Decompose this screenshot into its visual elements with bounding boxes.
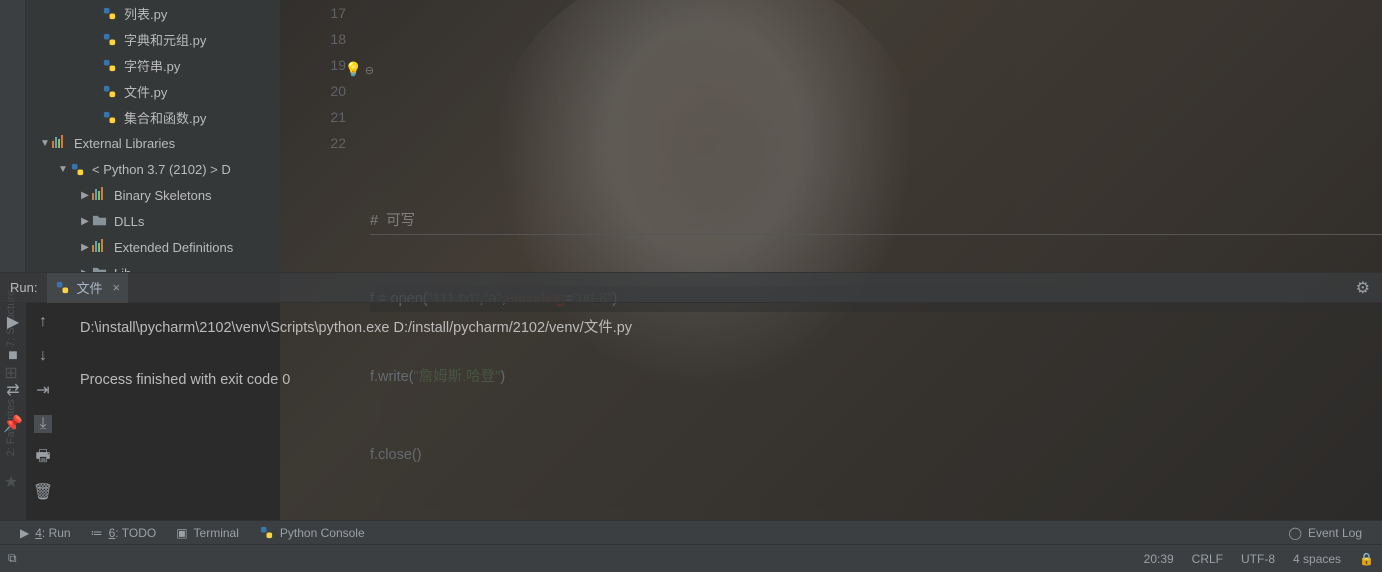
folder-icon (92, 265, 108, 272)
lib-label: DLLs (114, 214, 144, 229)
chevron-right-icon: ▶ (78, 242, 92, 253)
file-item[interactable]: 集合和函数.py (26, 104, 280, 130)
wrap-button[interactable]: ⇥ (34, 381, 52, 399)
editor-divider (370, 234, 1382, 235)
libraries-icon (52, 135, 68, 151)
layout-button[interactable]: ⇄ (4, 381, 22, 399)
line-number: 17 (280, 0, 346, 26)
python-file-icon (102, 83, 118, 99)
status-indent[interactable]: 4 spaces (1293, 552, 1341, 566)
status-lock-icon[interactable]: 🔒 (1359, 552, 1374, 566)
run-tab[interactable]: 文件 × (47, 273, 128, 303)
python-file-icon (55, 280, 70, 295)
file-label: 集合和函数.py (124, 108, 206, 127)
run-header: Run: 文件 × ⚙ (0, 273, 1382, 303)
python-icon (70, 161, 86, 177)
folder-icon (92, 213, 108, 229)
python-sdk[interactable]: ▼ < Python 3.7 (2102) > D (26, 156, 280, 182)
bottom-tool-bar: ▶4: Run ≔6: TODO ▣Terminal Python Consol… (0, 520, 1382, 544)
python-label: < Python 3.7 (2102) > D (92, 162, 231, 177)
file-item[interactable]: 文件.py (26, 78, 280, 104)
lib-item[interactable]: ▶ Binary Skeletons (26, 182, 280, 208)
gear-icon[interactable]: ⚙ (1344, 278, 1382, 298)
close-icon[interactable]: × (112, 280, 120, 295)
chevron-right-icon: ▶ (78, 190, 92, 201)
file-item[interactable]: 字典和元组.py (26, 26, 280, 52)
pin-button[interactable]: 📌 (4, 415, 22, 433)
file-item[interactable]: 列表.py (26, 0, 280, 26)
lib-label: Binary Skeletons (114, 188, 212, 203)
delete-button[interactable]: 🗑 (34, 483, 52, 501)
lib-label: Extended Definitions (114, 240, 233, 255)
chevron-down-icon: ▼ (38, 138, 52, 149)
code-area[interactable]: # 可写 f = open("111.txt","a",encoding="ut… (370, 0, 1382, 272)
lib-item[interactable]: ▶ Extended Definitions (26, 234, 280, 260)
run-tool-button[interactable]: ▶4: Run (10, 526, 81, 540)
python-file-icon (102, 57, 118, 73)
console-line: Process finished with exit code 0 (80, 367, 1362, 393)
scroll-button[interactable]: ⤓ (34, 415, 52, 433)
line-number: 19💡 (280, 52, 346, 78)
file-item[interactable]: 字符串.py (26, 52, 280, 78)
run-toolbar-left: ▶ ■ ⇄ 📌 (0, 303, 26, 520)
project-tree[interactable]: 列表.py 字典和元组.py 字符串.py 文件.py 集合和函数.py ▼ Ex… (26, 0, 280, 272)
run-panel: Run: 文件 × ⚙ ▶ ■ ⇄ 📌 ↑ ↓ ⇥ ⤓ 🖶 🗑 D:\insta… (0, 272, 1382, 520)
lib-item[interactable]: ▶ DLLs (26, 208, 280, 234)
rerun-button[interactable]: ▶ (4, 313, 22, 331)
console-line: D:\install\pycharm\2102\venv\Scripts\pyt… (80, 315, 1362, 341)
line-number: 20 (280, 78, 346, 104)
python-console-button[interactable]: Python Console (249, 525, 375, 540)
status-line-sep[interactable]: CRLF (1192, 552, 1223, 566)
python-file-icon (102, 5, 118, 21)
code-editor[interactable]: 17 18 19💡 20 21 22 ⊖ # 可写 f = open("111.… (280, 0, 1382, 272)
gutter-strip (0, 0, 26, 272)
run-toolbar-right: ↑ ↓ ⇥ ⤓ 🖶 🗑 (26, 303, 60, 520)
run-label: Run: (0, 280, 47, 295)
skeletons-icon (92, 187, 108, 203)
line-number: 21 (280, 104, 346, 130)
file-label: 文件.py (124, 82, 167, 101)
file-label: 字符串.py (124, 56, 180, 75)
skeletons-icon (92, 239, 108, 255)
code-comment: # 可写 (370, 213, 415, 229)
status-encoding[interactable]: UTF-8 (1241, 552, 1275, 566)
ext-lib-label: External Libraries (74, 136, 175, 151)
python-file-icon (102, 31, 118, 47)
chevron-right-icon: ▶ (78, 216, 92, 227)
lightbulb-icon[interactable]: 💡 (345, 56, 362, 82)
python-file-icon (102, 109, 118, 125)
chevron-down-icon: ▼ (56, 164, 70, 175)
print-button[interactable]: 🖶 (34, 449, 52, 467)
status-time: 20:39 (1144, 552, 1174, 566)
layout-toggle-icon[interactable]: ⧉ (8, 551, 17, 566)
line-gutter: 17 18 19💡 20 21 22 ⊖ (280, 0, 370, 272)
stop-button[interactable]: ■ (4, 347, 22, 365)
external-libraries[interactable]: ▼ External Libraries (26, 130, 280, 156)
file-label: 字典和元组.py (124, 30, 206, 49)
lib-item[interactable]: ▶Lib (26, 260, 280, 272)
file-label: 列表.py (124, 4, 167, 23)
status-bar: ⧉ 20:39 CRLF UTF-8 4 spaces 🔒 (0, 544, 1382, 572)
event-log-button[interactable]: ◯Event Log (1279, 526, 1372, 540)
up-button[interactable]: ↑ (34, 313, 52, 331)
line-number: 18 (280, 26, 346, 52)
line-number: 22 (280, 130, 346, 156)
terminal-tool-button[interactable]: ▣Terminal (166, 526, 249, 540)
run-tab-label: 文件 (76, 278, 102, 297)
console-output[interactable]: D:\install\pycharm\2102\venv\Scripts\pyt… (60, 303, 1382, 520)
todo-tool-button[interactable]: ≔6: TODO (81, 526, 167, 540)
down-button[interactable]: ↓ (34, 347, 52, 365)
